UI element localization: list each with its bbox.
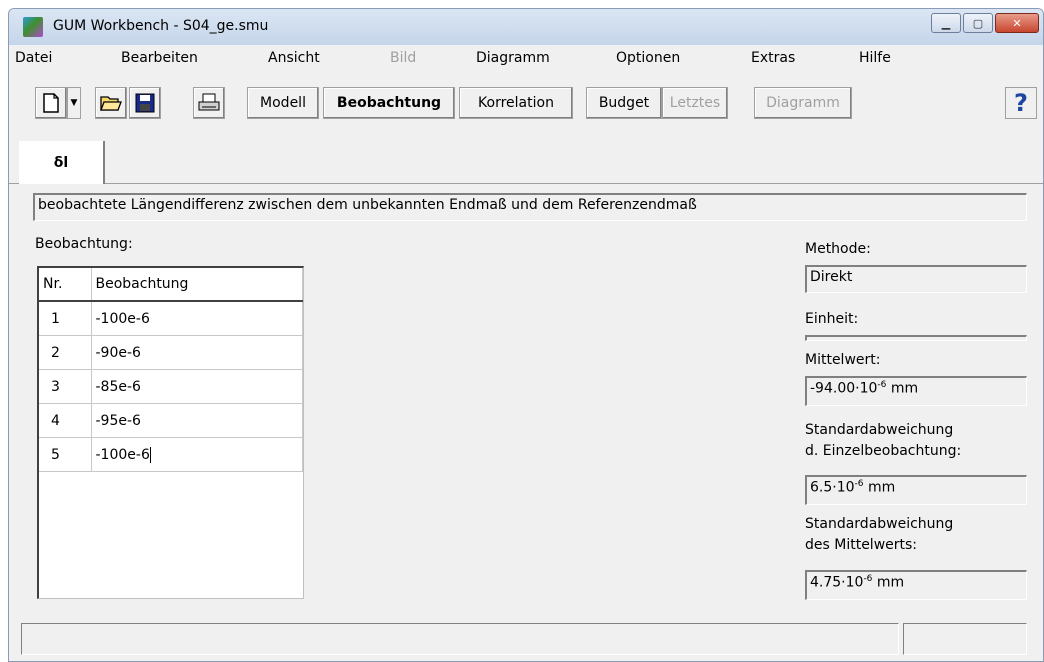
save-icon: [135, 93, 155, 113]
letztes-button: Letztes: [662, 87, 728, 119]
menu-optionen[interactable]: Optionen: [616, 50, 680, 66]
open-button[interactable]: [95, 87, 127, 119]
menu-diagramm[interactable]: Diagramm: [476, 50, 550, 66]
close-button[interactable]: ✕: [995, 13, 1039, 33]
std-mittel-field[interactable]: 4.75·10-6 mm: [805, 570, 1027, 600]
std-einzel-label: Standardabweichung d. Einzelbeobachtung:: [805, 420, 961, 462]
std-mittel-label-line2: des Mittelwerts:: [805, 537, 918, 553]
observation-cell[interactable]: -100e-6: [91, 301, 303, 336]
new-file-icon: [43, 93, 59, 113]
einheit-label: Einheit:: [805, 311, 859, 327]
observation-cell[interactable]: -95e-6: [91, 403, 303, 438]
row-number: 3: [39, 369, 92, 404]
modell-button[interactable]: Modell: [247, 87, 319, 119]
close-icon: ✕: [1012, 16, 1022, 30]
mittelwert-mantissa: -94.00·10: [810, 380, 878, 397]
status-panel-left: [21, 623, 899, 655]
row-number: 5: [39, 437, 92, 472]
budget-button[interactable]: Budget: [586, 87, 662, 119]
einheit-field[interactable]: [805, 335, 1027, 341]
help-button[interactable]: ?: [1005, 87, 1037, 119]
title-bar[interactable]: GUM Workbench - S04_ge.smu ▁ ▢ ✕: [9, 9, 1043, 45]
std-mittel-label-line1: Standardabweichung: [805, 516, 954, 532]
menu-bearbeiten[interactable]: Bearbeiten: [121, 50, 198, 66]
std-mittel-mantissa: 4.75·10: [810, 574, 864, 591]
help-icon: ?: [1014, 89, 1028, 117]
observation-table[interactable]: Nr. Beobachtung 1 -100e-6 2 -90e-6 3 -85…: [37, 266, 304, 599]
menu-extras[interactable]: Extras: [751, 50, 795, 66]
observations-label: Beobachtung:: [35, 236, 133, 252]
menu-bild: Bild: [390, 50, 417, 66]
status-panel-right: [903, 623, 1027, 655]
row-number: 1: [39, 301, 92, 336]
row-number: 4: [39, 403, 92, 438]
new-file-dropdown[interactable]: ▼: [67, 87, 81, 119]
minimize-icon: ▁: [941, 16, 951, 30]
table-row[interactable]: 5 -100e-6: [39, 437, 303, 472]
methode-field[interactable]: Direkt: [805, 265, 1027, 293]
print-button[interactable]: [193, 87, 225, 119]
std-einzel-exponent: -6: [854, 479, 864, 489]
std-mittel-label: Standardabweichung des Mittelwerts:: [805, 514, 953, 556]
tab-strip: δl: [9, 135, 1043, 184]
column-header-nr[interactable]: Nr.: [39, 268, 92, 302]
table-row[interactable]: 2 -90e-6: [39, 335, 303, 370]
menu-bar: Datei Bearbeiten Ansicht Bild Diagramm O…: [9, 45, 1043, 71]
window-title: GUM Workbench - S04_ge.smu: [53, 18, 269, 34]
row-number: 2: [39, 335, 92, 370]
table-row[interactable]: 4 -95e-6: [39, 403, 303, 438]
toolbar: ▼ Modell Beobachtung Korrelation Budget …: [9, 71, 1043, 135]
observation-cell-text: -100e-6: [95, 446, 150, 463]
save-button[interactable]: [129, 87, 161, 119]
menu-hilfe[interactable]: Hilfe: [859, 50, 891, 66]
std-einzel-label-line2: d. Einzelbeobachtung:: [805, 443, 962, 459]
open-folder-icon: [100, 96, 122, 111]
app-icon: [23, 17, 43, 37]
menu-ansicht[interactable]: Ansicht: [268, 50, 320, 66]
table-row[interactable]: 3 -85e-6: [39, 369, 303, 404]
std-einzel-field[interactable]: 6.5·10-6 mm: [805, 475, 1027, 505]
mittelwert-label: Mittelwert:: [805, 352, 881, 368]
observation-cell-editing[interactable]: -100e-6: [91, 437, 303, 472]
observation-cell[interactable]: -90e-6: [91, 335, 303, 370]
column-header-beobachtung[interactable]: Beobachtung: [91, 268, 303, 302]
table-header-row: Nr. Beobachtung: [39, 268, 303, 302]
korrelation-button[interactable]: Korrelation: [459, 87, 573, 119]
print-icon: [198, 93, 220, 111]
observation-cell[interactable]: -85e-6: [91, 369, 303, 404]
mittelwert-field[interactable]: -94.00·10-6 mm: [805, 376, 1027, 406]
table-row[interactable]: 1 -100e-6: [39, 301, 303, 336]
maximize-icon: ▢: [972, 16, 984, 30]
beobachtung-button[interactable]: Beobachtung: [323, 87, 455, 119]
mittelwert-unit: mm: [886, 380, 919, 397]
status-bar: [9, 613, 1043, 661]
text-caret: [149, 446, 151, 463]
std-einzel-unit: mm: [863, 479, 896, 496]
std-mittel-unit: mm: [872, 574, 905, 591]
tab-delta-l[interactable]: δl: [19, 141, 105, 184]
main-window: GUM Workbench - S04_ge.smu ▁ ▢ ✕ Datei B…: [8, 8, 1044, 662]
new-file-button[interactable]: [35, 87, 67, 119]
description-field[interactable]: beobachtete Längendifferenz zwischen dem…: [33, 193, 1027, 221]
std-einzel-label-line1: Standardabweichung: [805, 422, 954, 438]
diagramm-button: Diagramm: [754, 87, 852, 119]
chevron-down-icon: ▼: [70, 98, 78, 108]
maximize-button[interactable]: ▢: [963, 13, 993, 33]
menu-datei[interactable]: Datei: [15, 50, 52, 66]
methode-label: Methode:: [805, 241, 871, 257]
std-einzel-mantissa: 6.5·10: [810, 479, 855, 496]
minimize-button[interactable]: ▁: [931, 13, 961, 33]
